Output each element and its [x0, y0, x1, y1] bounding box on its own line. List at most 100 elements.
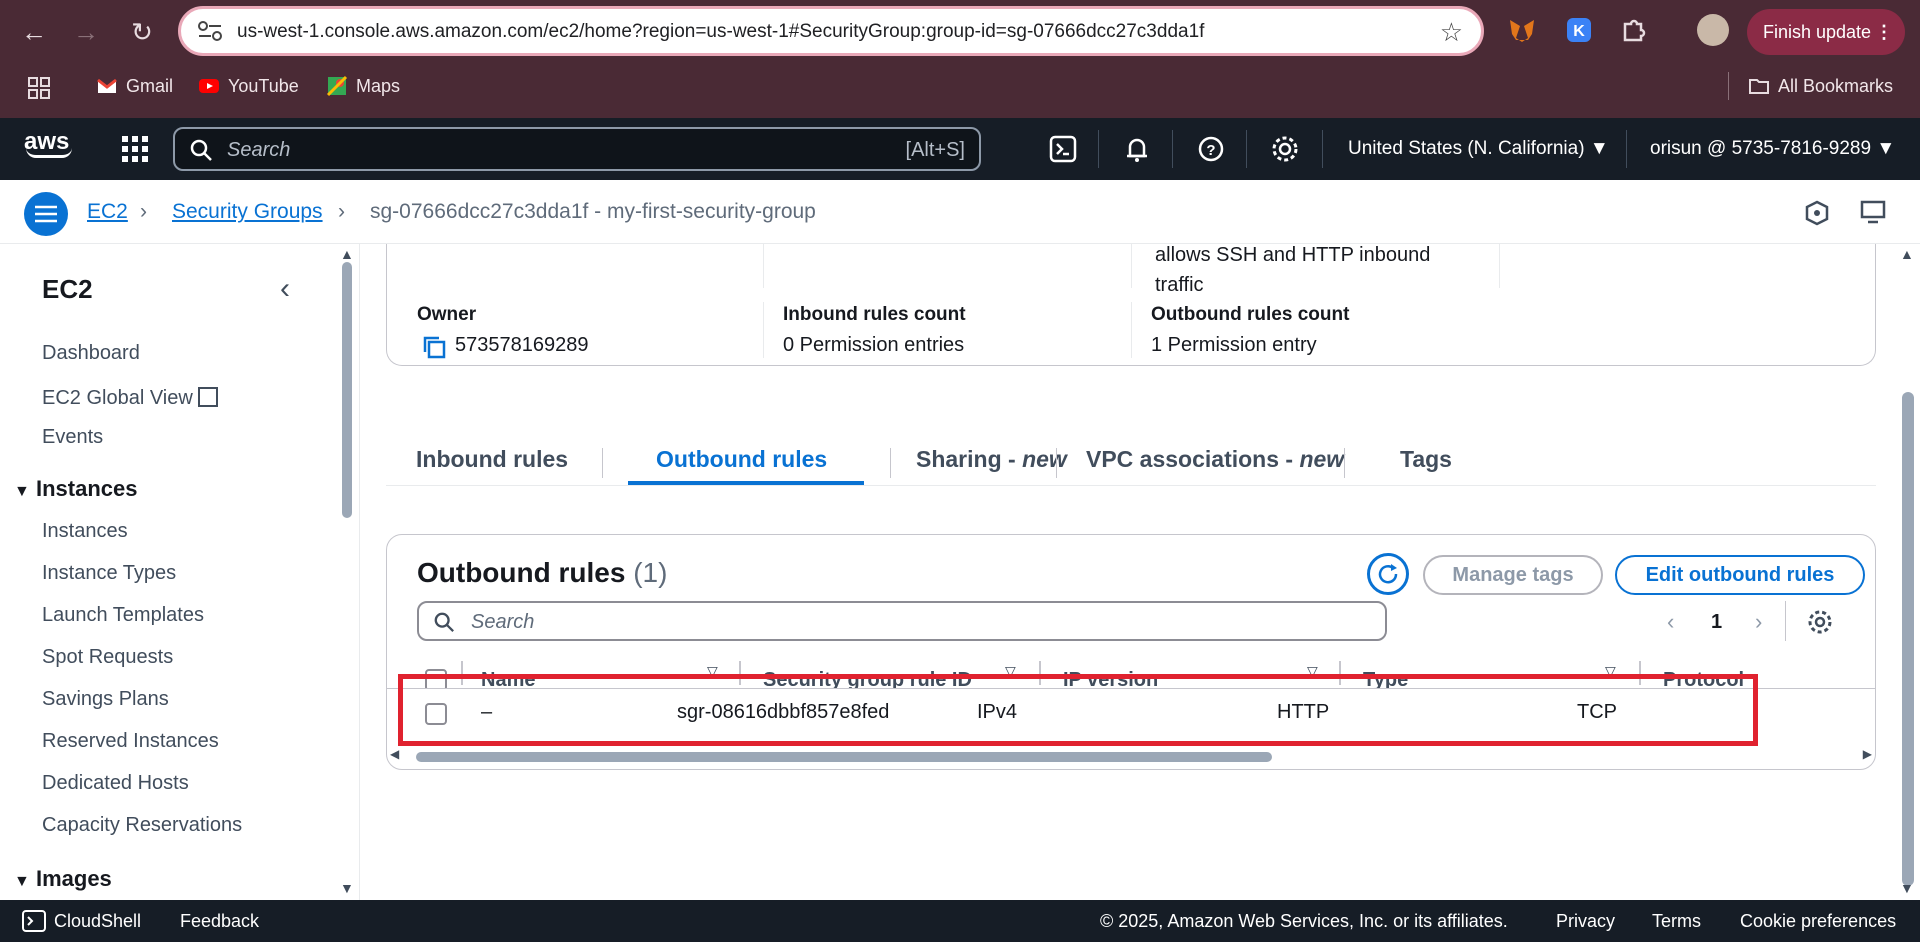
select-all-checkbox[interactable]: [425, 669, 447, 688]
k-extension-icon[interactable]: K: [1563, 14, 1595, 46]
scroll-up-icon[interactable]: ▲: [340, 246, 354, 262]
site-settings-icon[interactable]: [197, 19, 223, 43]
sort-icon[interactable]: ▽: [1605, 663, 1616, 680]
sort-icon[interactable]: ▽: [1005, 663, 1016, 680]
monitor-settings-icon[interactable]: [1860, 200, 1888, 226]
edit-outbound-rules-button[interactable]: Edit outbound rules: [1615, 555, 1865, 595]
services-menu-icon[interactable]: [122, 136, 148, 162]
address-bar[interactable]: us-west-1.console.aws.amazon.com/ec2/hom…: [178, 6, 1484, 56]
account-menu[interactable]: orisun @ 5735-7816-9289 ▼: [1650, 138, 1895, 160]
copy-icon[interactable]: [421, 334, 447, 360]
column-header-type[interactable]: Type: [1363, 669, 1408, 688]
cloudshell-icon: [22, 910, 46, 932]
all-bookmarks[interactable]: All Bookmarks: [1748, 75, 1893, 97]
scrollbar-thumb[interactable]: [416, 752, 1272, 762]
cloudshell-link[interactable]: CloudShell: [54, 911, 141, 932]
sidebar-item-spot-requests[interactable]: Spot Requests: [42, 646, 173, 669]
sidebar-item-instance-types[interactable]: Instance Types: [42, 562, 176, 585]
apps-grid-icon[interactable]: [28, 77, 50, 99]
nav-divider: [1322, 130, 1323, 168]
refresh-button[interactable]: [1367, 553, 1409, 595]
sidebar-item-dashboard[interactable]: Dashboard: [42, 342, 140, 365]
extensions-puzzle-icon[interactable]: [1617, 14, 1649, 46]
sort-icon[interactable]: ▽: [707, 663, 718, 680]
tab-sharing[interactable]: Sharing - new: [916, 446, 1067, 473]
column-header-protocol[interactable]: Protocol: [1663, 669, 1744, 688]
rules-search-input[interactable]: Search: [417, 601, 1387, 641]
help-icon[interactable]: ?: [1196, 134, 1226, 164]
sidebar-item-launch-templates[interactable]: Launch Templates: [42, 604, 204, 627]
cell-name: –: [481, 701, 493, 723]
sidebar-item-events[interactable]: Events: [42, 426, 103, 449]
bookmark-youtube[interactable]: YouTube: [198, 75, 299, 97]
cell-rule-id: sgr-08616dbbf857e8fed: [677, 701, 890, 723]
aws-search-input[interactable]: Search [Alt+S]: [173, 127, 981, 171]
reload-icon[interactable]: ↻: [124, 14, 160, 50]
sidebar-item-capacity-reservations[interactable]: Capacity Reservations: [42, 814, 242, 837]
forward-icon[interactable]: →: [68, 14, 104, 50]
metamask-extension-icon[interactable]: [1506, 14, 1538, 46]
tab-label: Sharing -: [916, 446, 1023, 472]
bookmark-gmail[interactable]: Gmail: [96, 75, 173, 97]
owner-value: 573578169289: [455, 334, 589, 356]
sidebar-item-instances[interactable]: Instances: [42, 520, 128, 543]
back-icon[interactable]: ←: [16, 14, 52, 50]
notifications-bell-icon[interactable]: [1122, 134, 1152, 164]
settings-gear-icon[interactable]: [1270, 134, 1300, 164]
url-text[interactable]: us-west-1.console.aws.amazon.com/ec2/hom…: [237, 21, 1204, 43]
hexagon-info-icon[interactable]: [1804, 200, 1830, 226]
scroll-left-icon[interactable]: ◀: [390, 747, 399, 761]
breadcrumb-security-groups[interactable]: Security Groups: [172, 200, 323, 224]
scroll-right-icon[interactable]: ▶: [1863, 747, 1872, 761]
sidebar-item-reserved-instances[interactable]: Reserved Instances: [42, 730, 219, 753]
maps-icon: [326, 75, 348, 97]
bookmark-star-icon[interactable]: ☆: [1440, 17, 1463, 48]
terms-link[interactable]: Terms: [1652, 911, 1701, 932]
sidebar-section-images[interactable]: ▼ Images: [14, 866, 112, 892]
region-selector[interactable]: United States (N. California) ▼: [1348, 138, 1609, 160]
scroll-up-icon[interactable]: ▲: [1900, 246, 1914, 262]
feedback-link[interactable]: Feedback: [180, 911, 259, 932]
table-preferences-gear-icon[interactable]: [1807, 609, 1833, 635]
section-label: Images: [35, 866, 112, 891]
scroll-down-icon[interactable]: ▼: [340, 880, 354, 896]
tab-outbound-rules[interactable]: Outbound rules: [656, 446, 827, 473]
row-checkbox[interactable]: [425, 703, 447, 725]
finish-update-button[interactable]: Finish update ⋮: [1747, 9, 1905, 55]
manage-tags-button[interactable]: Manage tags: [1423, 555, 1603, 595]
outbound-rules-panel: Outbound rules (1) Manage tags Edit outb…: [386, 534, 1876, 770]
tab-label: VPC associations -: [1086, 446, 1300, 472]
scroll-down-icon[interactable]: ▼: [1900, 880, 1914, 896]
column-header-security-group-rule-id[interactable]: Security group rule ID: [763, 669, 972, 688]
cell-ip-version: IPv4: [977, 701, 1018, 723]
column-header-ip-version[interactable]: IP version: [1063, 669, 1158, 688]
table-horizontal-scrollbar[interactable]: ◀ ▶: [386, 747, 1876, 762]
tab-vpc-associations[interactable]: VPC associations - new: [1086, 446, 1344, 473]
folder-icon: [1749, 79, 1769, 94]
collapse-chevron-icon[interactable]: ‹: [280, 272, 290, 306]
sidebar-item-dedicated-hosts[interactable]: Dedicated Hosts: [42, 772, 189, 795]
side-nav-title[interactable]: EC2: [42, 274, 93, 305]
sidebar-scrollbar[interactable]: [342, 262, 352, 518]
search-placeholder: Search: [227, 139, 291, 161]
sidebar-item-global-view[interactable]: EC2 Global View: [42, 384, 219, 410]
details-panel: allows SSH and HTTP inbound traffic Owne…: [386, 244, 1876, 366]
previous-page-icon[interactable]: ‹: [1667, 609, 1674, 635]
breadcrumb-ec2[interactable]: EC2: [87, 200, 128, 224]
sidebar-section-instances[interactable]: ▼ Instances: [14, 476, 137, 502]
current-page[interactable]: 1: [1711, 611, 1722, 634]
column-header-name[interactable]: Name: [481, 669, 535, 688]
tab-tags[interactable]: Tags: [1400, 446, 1452, 473]
profile-avatar[interactable]: [1697, 14, 1729, 46]
bookmark-maps[interactable]: Maps: [326, 75, 400, 97]
tab-inbound-rules[interactable]: Inbound rules: [416, 446, 568, 473]
sidebar-item-savings-plans[interactable]: Savings Plans: [42, 688, 169, 711]
page-scrollbar-thumb[interactable]: [1902, 392, 1914, 886]
sort-icon[interactable]: ▽: [1307, 663, 1318, 680]
nav-divider: [1098, 130, 1099, 168]
privacy-link[interactable]: Privacy: [1556, 911, 1615, 932]
cloudshell-icon[interactable]: [1048, 134, 1078, 164]
cookie-preferences-link[interactable]: Cookie preferences: [1740, 911, 1896, 932]
side-nav-toggle[interactable]: [24, 192, 68, 236]
next-page-icon[interactable]: ›: [1755, 609, 1762, 635]
